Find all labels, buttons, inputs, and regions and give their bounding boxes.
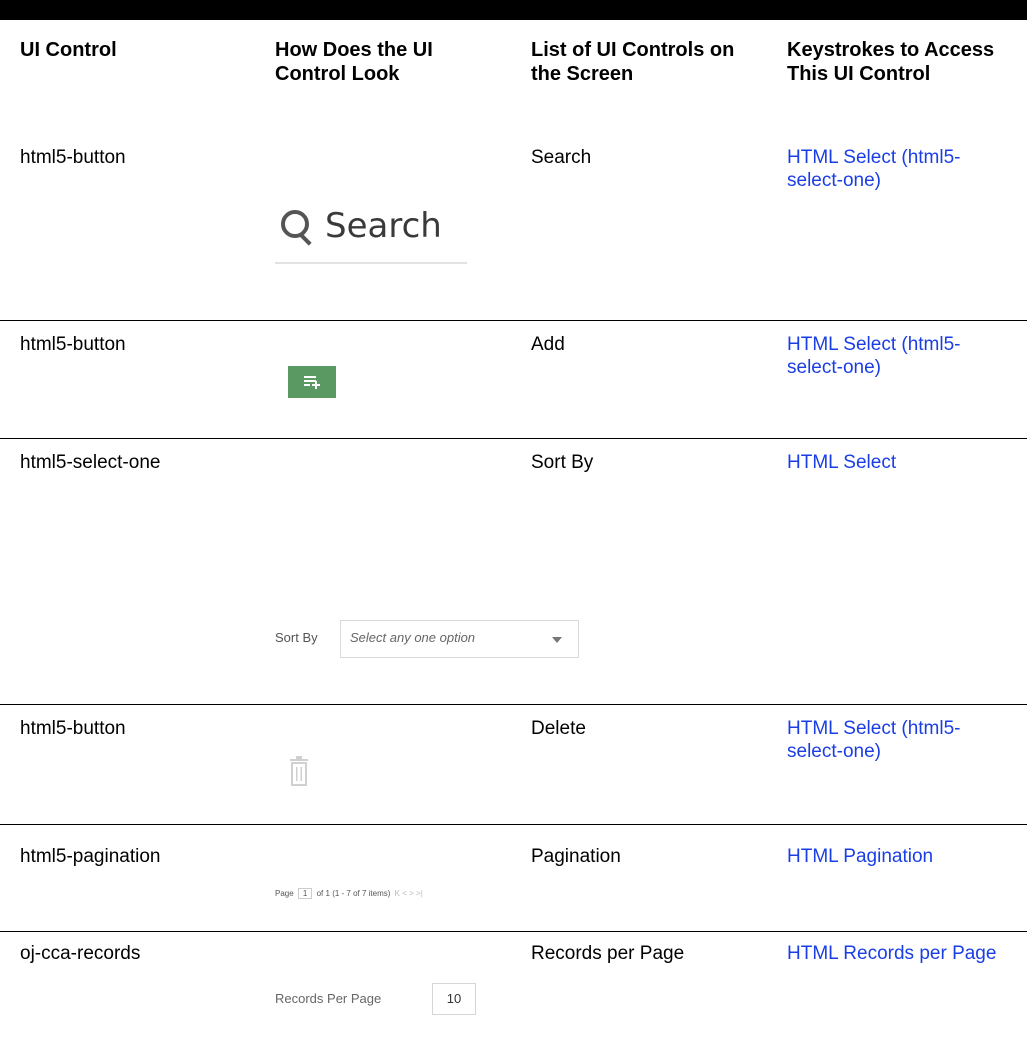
pagination-preview: Page 1 of 1 (1 - 7 of 7 items) K < > >| [275,888,423,899]
row2-keystroke-link[interactable]: HTML Select (html5-select-one) [787,333,1012,379]
row-divider [0,438,1027,439]
row1-list: Search [531,147,592,168]
header-how-look: How Does the UI Control Look [275,39,433,85]
sort-by-select: Select any one option [340,620,579,658]
row4-control: html5-button [20,718,126,739]
row6-list: Records per Page [531,943,685,964]
sort-by-preview: Sort By Select any one option [275,620,580,658]
pagination-page-input: 1 [297,888,313,899]
search-preview: Search [275,202,467,268]
pagination-nav-icons: K < > >| [394,889,423,898]
header-keystrokes: Keystrokes to Access This UI Control [787,39,995,85]
row5-keystroke-link[interactable]: HTML Pagination [787,845,1012,868]
row6-control: oj-cca-records [20,943,141,964]
row2-control: html5-button [20,334,126,355]
pagination-of-text: of 1 [316,889,330,898]
pagination-page-label: Page [275,889,294,898]
row2-list: Add [531,334,565,355]
pagination-items-text: (1 - 7 of 7 items) [332,889,391,898]
chevron-down-icon [552,637,562,643]
sort-by-label: Sort By [275,630,318,645]
records-per-page-value: 10 [432,983,476,1015]
row5-list: Pagination [531,846,621,867]
row-divider [0,320,1027,321]
row-divider [0,704,1027,705]
search-icon [281,210,309,238]
records-per-page-label: Records Per Page [275,991,382,1006]
row1-keystroke-link[interactable]: HTML Select (html5-select-one) [787,146,1012,192]
row5-control: html5-pagination [20,846,161,867]
row3-control: html5-select-one [20,452,161,473]
row-divider [0,824,1027,825]
row1-control: html5-button [20,147,126,168]
row-divider [0,931,1027,932]
row4-list: Delete [531,718,586,739]
row4-keystroke-link[interactable]: HTML Select (html5-select-one) [787,717,1012,763]
trash-icon [290,756,308,786]
top-rule [0,0,1027,20]
header-list-controls: List of UI Controls on the Screen [531,39,735,85]
row6-keystroke-link[interactable]: HTML Records per Page [787,942,1012,965]
add-row-icon [304,376,320,389]
add-button-preview [288,366,336,398]
row3-list: Sort By [531,452,594,473]
search-preview-text: Search [325,206,442,246]
header-ui-control: UI Control [20,39,117,61]
sort-by-placeholder: Select any one option [350,630,476,645]
row3-keystroke-link[interactable]: HTML Select [787,451,1012,474]
